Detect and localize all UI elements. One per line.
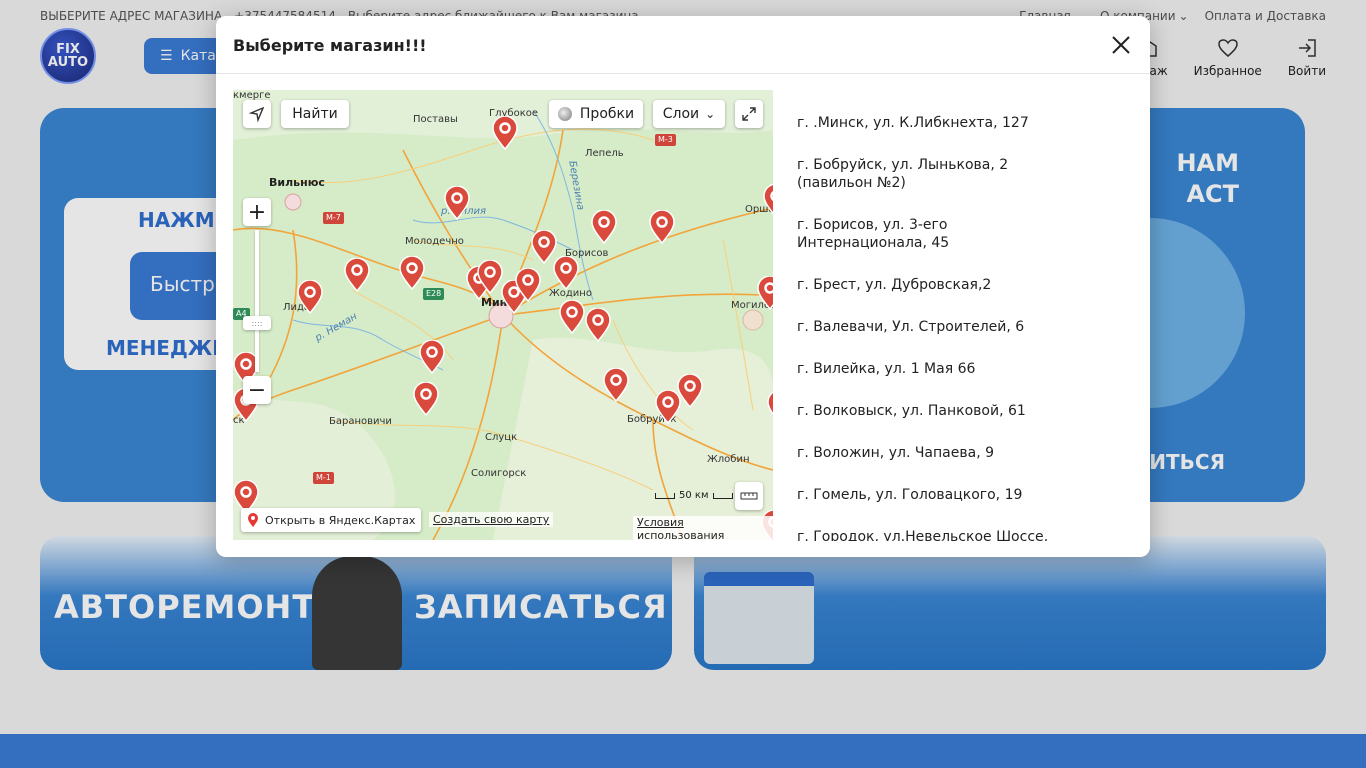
store-pin-icon[interactable] bbox=[492, 116, 518, 150]
close-icon[interactable] bbox=[1108, 32, 1134, 58]
zoom-in-button[interactable]: + bbox=[243, 198, 271, 226]
store-pin-icon[interactable] bbox=[649, 210, 675, 244]
store-pin-icon[interactable] bbox=[767, 390, 773, 424]
map-traffic-button[interactable]: Пробки bbox=[549, 100, 643, 128]
city-label: Поставы bbox=[413, 114, 458, 125]
map-find-button[interactable]: Найти bbox=[281, 100, 349, 128]
store-pin-icon[interactable] bbox=[413, 382, 439, 416]
zoom-out-button[interactable]: − bbox=[243, 376, 271, 404]
store-pin-icon[interactable] bbox=[477, 260, 503, 294]
store-pin-icon[interactable] bbox=[515, 268, 541, 302]
city-label: Барановичи bbox=[329, 416, 392, 427]
zoom-slider-track[interactable] bbox=[255, 230, 259, 372]
ruler-button[interactable] bbox=[735, 482, 763, 510]
store-pin-icon[interactable] bbox=[297, 280, 323, 314]
store-item[interactable]: г. Гомель, ул. Головацкого, 19 bbox=[797, 486, 1057, 504]
city-label: Слуцк bbox=[485, 432, 518, 443]
map-fullscreen-button[interactable] bbox=[735, 100, 763, 128]
map-layers-button[interactable]: Слои ⌄ bbox=[653, 100, 725, 128]
store-pin-icon[interactable] bbox=[344, 258, 370, 292]
store-item[interactable]: г. Волковыск, ул. Панковой, 61 bbox=[797, 402, 1057, 420]
store-pin-icon[interactable] bbox=[559, 300, 585, 334]
chevron-down-icon: ⌄ bbox=[705, 107, 716, 121]
store-pin-icon[interactable] bbox=[585, 308, 611, 342]
ruler-icon bbox=[740, 492, 758, 500]
store-pin-icon[interactable] bbox=[757, 276, 773, 310]
store-pin-icon[interactable] bbox=[399, 256, 425, 290]
store-pin-icon[interactable] bbox=[603, 368, 629, 402]
open-yandex-maps-link[interactable]: Открыть в Яндекс.Картах bbox=[241, 508, 422, 532]
city-label: Молодечно bbox=[405, 236, 464, 247]
fullscreen-icon bbox=[742, 107, 756, 121]
map-pin-icon bbox=[248, 513, 258, 527]
store-select-modal: Выберите магазин!!! Вильнюс Поставы Глуб… bbox=[216, 16, 1150, 557]
store-pin-icon[interactable] bbox=[444, 186, 470, 220]
store-item[interactable]: г. Борисов, ул. 3-его Интернационала, 45 bbox=[797, 216, 1057, 252]
road-badge: M-7 bbox=[323, 212, 344, 224]
store-map[interactable]: Вильнюс Поставы Глубокое Лепель Молодечн… bbox=[233, 90, 773, 540]
location-arrow-icon bbox=[249, 106, 265, 122]
store-item[interactable]: г. Бобруйск, ул. Лынькова, 2 (павильон №… bbox=[797, 156, 1057, 192]
store-item[interactable]: г. Валевачи, Ул. Строителей, 6 bbox=[797, 318, 1057, 336]
store-item[interactable]: г. .Минск, ул. К.Либкнехта, 127 bbox=[797, 114, 1057, 132]
geolocation-button[interactable] bbox=[243, 100, 271, 128]
store-pin-icon[interactable] bbox=[591, 210, 617, 244]
city-label: Вильнюс bbox=[269, 176, 325, 189]
modal-title: Выберите магазин!!! bbox=[233, 36, 427, 55]
minus-icon: − bbox=[247, 377, 267, 403]
store-list[interactable]: г. .Минск, ул. К.Либкнехта, 127 г. Бобру… bbox=[797, 106, 1057, 541]
store-pin-icon[interactable] bbox=[553, 256, 579, 290]
store-item[interactable]: г. Вилейка, ул. 1 Мая 66 bbox=[797, 360, 1057, 378]
road-badge: M-1 bbox=[313, 472, 334, 484]
terms-link[interactable]: Условия использования bbox=[633, 516, 773, 540]
modal-header: Выберите магазин!!! bbox=[216, 16, 1150, 74]
create-map-link[interactable]: Создать свою карту bbox=[429, 512, 554, 527]
zoom-slider-handle[interactable]: :::: bbox=[243, 316, 271, 330]
store-pin-icon[interactable] bbox=[763, 184, 773, 218]
city-label: Солигорск bbox=[471, 468, 527, 479]
traffic-icon bbox=[557, 107, 572, 121]
store-item[interactable]: г. Городок, ул.Невельское Шоссе, 18 bbox=[797, 528, 1057, 541]
store-item[interactable]: г. Брест, ул. Дубровская,2 bbox=[797, 276, 1057, 294]
map-scale: 50 км bbox=[655, 490, 733, 501]
store-pin-icon[interactable] bbox=[419, 340, 445, 374]
store-pin-icon[interactable] bbox=[677, 374, 703, 408]
road-badge: M-3 bbox=[655, 134, 676, 146]
store-item[interactable]: г. Воложин, ул. Чапаева, 9 bbox=[797, 444, 1057, 462]
city-label: Лепель bbox=[585, 148, 624, 159]
plus-icon: + bbox=[247, 199, 267, 225]
city-label: Жлобин bbox=[707, 454, 750, 465]
road-badge: E28 bbox=[423, 288, 445, 300]
